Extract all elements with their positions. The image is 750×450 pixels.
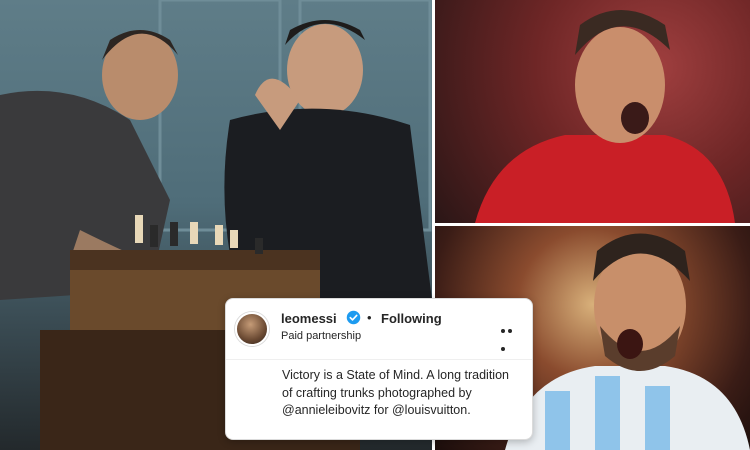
separator-dot: • [367,310,372,325]
mention-link-annieleibovitz[interactable]: @annieleibovitz [282,403,370,417]
post-caption: Victory is a State of Mind. A long tradi… [282,367,517,420]
paid-partnership-label[interactable]: Paid partnership [281,330,361,342]
following-button[interactable]: Following [381,311,442,326]
verified-icon [346,310,361,325]
caption-text-mid: for [370,403,392,417]
more-options-icon[interactable] [501,320,519,351]
avatar[interactable] [235,312,269,346]
caption-text-end: . [467,403,471,417]
instagram-post-card: leomessi • Following Paid partnership Vi… [225,298,533,440]
top-right-photo-player-red-shirt [435,0,750,223]
username-link[interactable]: leomessi [281,311,337,326]
post-header: leomessi • Following Paid partnership [226,299,532,360]
mention-link-louisvuitton[interactable]: @louisvuitton [392,403,467,417]
top-right-photo-illustration [475,10,735,223]
caption-text: Victory is a State of Mind. A long tradi… [282,368,509,400]
